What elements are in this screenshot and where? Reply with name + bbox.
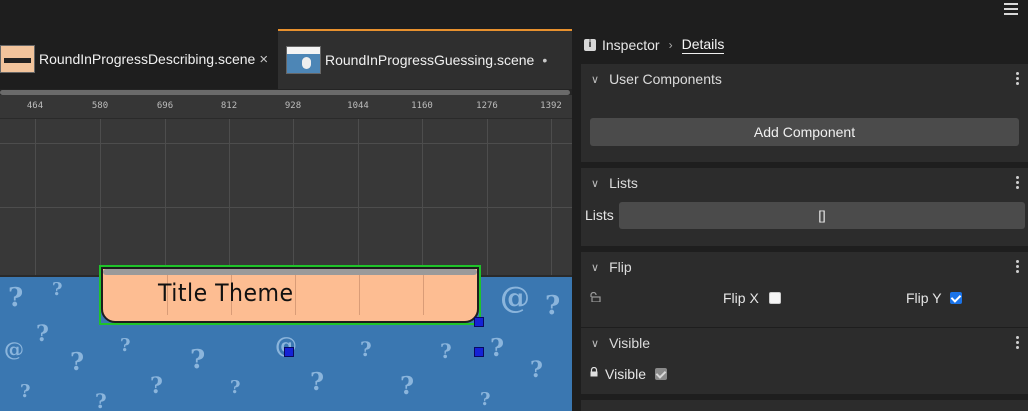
add-component-button[interactable]: Add Component (590, 118, 1019, 146)
inspector-panel: i Inspector › Details ∨ User Components … (577, 29, 1028, 411)
ruler-tick: 1392 (540, 101, 562, 111)
flip-y-label: Flip Y (906, 290, 942, 306)
flip-x-checkbox[interactable] (769, 292, 781, 304)
section-title: Lists (609, 175, 638, 191)
breadcrumb-details[interactable]: Details (681, 36, 725, 54)
chevron-down-icon: ∨ (591, 177, 600, 190)
ruler-tick: 696 (156, 101, 174, 111)
selection-outline (99, 265, 481, 325)
tab-roundinprogressdescribing[interactable]: RoundInProgressDescribing.scene × (0, 29, 277, 89)
horizontal-ruler: 464 580 696 812 928 1044 1160 1276 1392 (0, 95, 572, 119)
scene-editor: RoundInProgressDescribing.scene × RoundI… (0, 29, 572, 411)
ruler-tick: 464 (26, 101, 44, 111)
section-header[interactable]: ∨ User Components (581, 64, 1028, 94)
section-user-components: ∨ User Components Add Component (581, 64, 1028, 162)
section-flip: ∨ Flip Flip X Flip Y (581, 252, 1028, 327)
grid-line (0, 207, 572, 208)
section-title: Flip (609, 259, 632, 275)
section-header[interactable]: ∨ Lists (581, 168, 1028, 198)
section-title: Visible (609, 335, 651, 351)
close-icon[interactable]: × (259, 51, 268, 68)
section-visible: ∨ Visible Visible (581, 328, 1028, 394)
ruler-tick: 1276 (476, 101, 498, 111)
scene-canvas[interactable]: 464 580 696 812 928 1044 1160 1276 1392 … (0, 95, 572, 411)
ruler-tick: 812 (220, 101, 238, 111)
inspector-header: i Inspector › Details (577, 29, 1028, 60)
top-bar (0, 0, 1028, 29)
ruler-tick: 1044 (347, 101, 369, 111)
chevron-down-icon: ∨ (591, 73, 600, 86)
lock-icon[interactable] (589, 367, 599, 377)
chevron-right-icon: › (668, 37, 673, 52)
resize-handle[interactable] (284, 347, 294, 357)
scene-thumbnail (0, 45, 35, 73)
tab-label: RoundInProgressGuessing.scene (325, 52, 535, 68)
more-options-icon[interactable] (1016, 72, 1020, 86)
grid-line (0, 143, 572, 144)
section-lists: ∨ Lists Lists [] (581, 168, 1028, 246)
visible-checkbox[interactable] (655, 368, 667, 380)
resize-handle[interactable] (474, 347, 484, 357)
info-icon: i (584, 38, 596, 51)
section-header[interactable]: ∨ Visible (581, 328, 1028, 358)
tab-label: RoundInProgressDescribing.scene (39, 51, 256, 67)
unlock-icon[interactable] (589, 292, 601, 302)
menu-icon[interactable] (1004, 0, 1018, 15)
more-options-icon[interactable] (1016, 336, 1020, 350)
section-title: User Components (609, 71, 722, 87)
flip-y-checkbox[interactable] (950, 292, 962, 304)
tab-roundinprogressguessing[interactable]: RoundInProgressGuessing.scene • (278, 29, 572, 89)
ruler-tick: 580 (91, 101, 109, 111)
more-options-icon[interactable] (1016, 260, 1020, 274)
ruler-tick: 1160 (411, 101, 433, 111)
lists-label: Lists (585, 207, 614, 223)
section-header[interactable]: ∨ Flip (581, 252, 1028, 282)
tab-bar: RoundInProgressDescribing.scene × RoundI… (0, 29, 572, 89)
visible-label: Visible (605, 366, 646, 382)
more-options-icon[interactable] (1016, 176, 1020, 190)
breadcrumb-inspector[interactable]: Inspector (602, 37, 660, 53)
ruler-tick: 928 (284, 101, 302, 111)
chevron-down-icon: ∨ (591, 261, 600, 274)
resize-handle[interactable] (474, 317, 484, 327)
section-next (581, 400, 1028, 411)
lists-value-field[interactable]: [] (619, 202, 1025, 229)
scene-thumbnail (286, 46, 321, 74)
chevron-down-icon: ∨ (591, 337, 600, 350)
unsaved-indicator: • (542, 52, 548, 68)
flip-x-label: Flip X (723, 290, 759, 306)
